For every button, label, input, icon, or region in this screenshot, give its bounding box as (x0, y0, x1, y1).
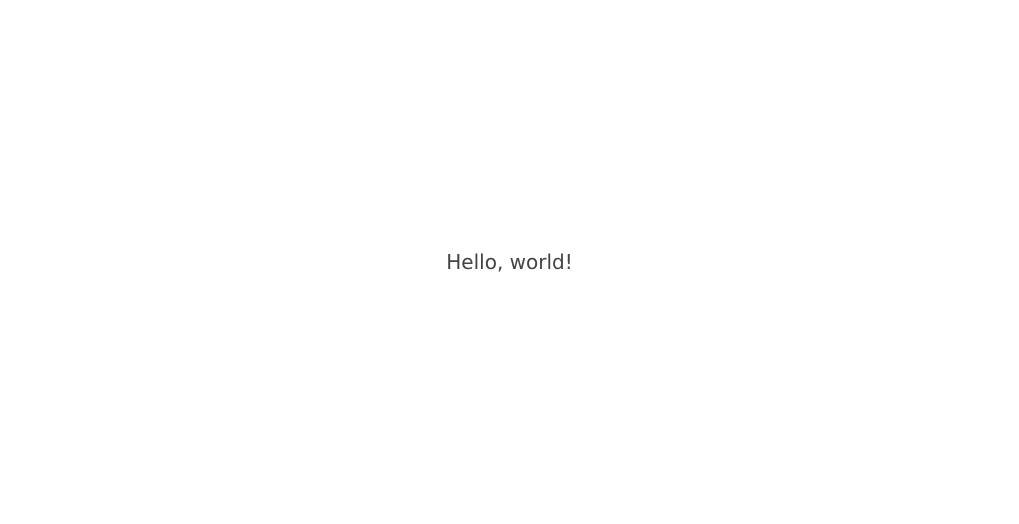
greeting-text: Hello, world! (446, 250, 573, 274)
page: Hello, world! (0, 0, 1019, 524)
